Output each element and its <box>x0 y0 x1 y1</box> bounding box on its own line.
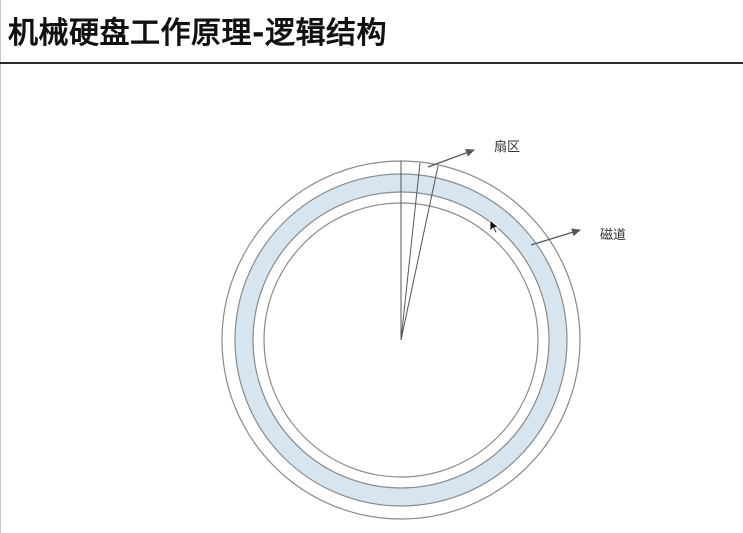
sector-pointer-arrow <box>427 149 475 168</box>
sector-label: 扇区 <box>494 139 520 155</box>
track-label: 磁道 <box>600 228 626 243</box>
disk-logical-structure-diagram: 扇区 磁道 <box>221 139 626 520</box>
slide: 机械硬盘工作原理-逻辑结构 扇区 磁道 <box>0 0 743 533</box>
track-pointer-arrow <box>530 228 581 246</box>
